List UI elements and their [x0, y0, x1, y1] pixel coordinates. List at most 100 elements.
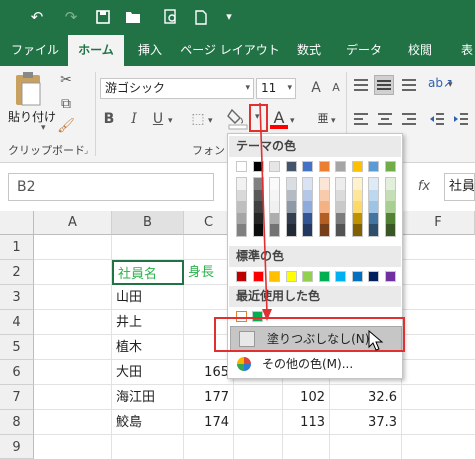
- increase-indent-icon[interactable]: [452, 110, 470, 128]
- insert-function-button[interactable]: fx: [404, 173, 444, 201]
- copy-icon[interactable]: ⧉: [56, 94, 76, 114]
- theme-shade-swatch[interactable]: [319, 189, 329, 202]
- theme-color-swatch[interactable]: [351, 161, 363, 172]
- font-color-dropdown-icon[interactable]: ▾: [290, 116, 295, 126]
- theme-shade-swatch[interactable]: [286, 189, 296, 202]
- format-painter-icon[interactable]: 🖌: [56, 116, 76, 136]
- theme-shade-swatch[interactable]: [286, 178, 296, 190]
- font-name-combo[interactable]: 游ゴシック ▾: [100, 78, 254, 99]
- phonetic-icon[interactable]: 亜: [313, 109, 333, 129]
- theme-color-swatch[interactable]: [368, 161, 379, 172]
- row-header-2[interactable]: 2: [0, 260, 34, 285]
- column-header-f[interactable]: F: [402, 211, 475, 235]
- column-header-b[interactable]: B: [112, 211, 184, 235]
- theme-color-swatch[interactable]: [285, 161, 297, 172]
- bold-button[interactable]: B: [99, 109, 119, 129]
- row-header-1[interactable]: 1: [0, 235, 34, 260]
- open-folder-icon[interactable]: [122, 6, 144, 28]
- standard-color-swatch[interactable]: [368, 271, 379, 282]
- theme-shade-column[interactable]: [302, 177, 313, 237]
- theme-shade-swatch[interactable]: [319, 212, 329, 225]
- theme-color-swatch[interactable]: [384, 161, 396, 172]
- clipboard-launcher-icon[interactable]: ⌟: [84, 146, 88, 156]
- theme-shade-swatch[interactable]: [385, 178, 395, 190]
- theme-shade-column[interactable]: [384, 177, 396, 237]
- new-document-icon[interactable]: [190, 6, 212, 28]
- cell-e7[interactable]: 32.6: [330, 385, 402, 410]
- align-left-icon[interactable]: [352, 110, 370, 128]
- row-header-4[interactable]: 4: [0, 310, 34, 335]
- cell-b4[interactable]: 井上: [112, 310, 184, 335]
- cell-b6[interactable]: 大田: [112, 360, 184, 385]
- select-all-corner[interactable]: [0, 211, 34, 235]
- theme-color-swatch[interactable]: [318, 161, 330, 172]
- theme-shade-swatch[interactable]: [369, 178, 378, 190]
- orientation-dropdown-icon[interactable]: ▾: [448, 80, 453, 90]
- row-header-3[interactable]: 3: [0, 285, 34, 310]
- cell-e8[interactable]: 37.3: [330, 410, 402, 435]
- theme-shade-swatch[interactable]: [369, 189, 378, 202]
- theme-shade-column[interactable]: [318, 177, 330, 237]
- row-header-8[interactable]: 8: [0, 410, 34, 435]
- customize-qat-icon[interactable]: ▾: [218, 6, 240, 28]
- theme-shade-swatch[interactable]: [369, 201, 378, 213]
- phonetic-dropdown-icon[interactable]: ▾: [331, 116, 336, 126]
- standard-color-swatch[interactable]: [384, 271, 396, 282]
- tab-view[interactable]: 表: [452, 35, 475, 66]
- more-colors-option[interactable]: その他の色(M)...: [230, 352, 402, 376]
- tab-page-layout[interactable]: ページ レイアウト: [180, 35, 280, 66]
- cell-b2[interactable]: 社員名: [112, 260, 184, 285]
- redo-icon[interactable]: ↷: [60, 6, 82, 28]
- orientation-icon[interactable]: ab↗: [428, 76, 453, 94]
- theme-shade-swatch[interactable]: [319, 178, 329, 190]
- theme-shade-swatch[interactable]: [369, 212, 378, 225]
- theme-shade-swatch[interactable]: [385, 212, 395, 225]
- tab-insert[interactable]: 挿入: [128, 35, 172, 66]
- theme-shade-swatch[interactable]: [352, 212, 362, 225]
- increase-font-icon[interactable]: A: [306, 78, 326, 98]
- theme-shade-swatch[interactable]: [319, 201, 329, 213]
- print-preview-icon[interactable]: [160, 6, 182, 28]
- cell-b5[interactable]: 植木: [112, 335, 184, 360]
- decrease-font-icon[interactable]: A: [326, 78, 346, 98]
- border-dropdown-icon[interactable]: ▾: [208, 116, 213, 126]
- theme-shade-swatch[interactable]: [336, 212, 345, 225]
- theme-color-swatch[interactable]: [302, 161, 313, 172]
- underline-button[interactable]: U: [148, 109, 168, 129]
- theme-shade-swatch[interactable]: [303, 189, 312, 202]
- theme-color-swatch[interactable]: [335, 161, 346, 172]
- theme-shade-swatch[interactable]: [385, 189, 395, 202]
- row-header-7[interactable]: 7: [0, 385, 34, 410]
- theme-shade-swatch[interactable]: [303, 224, 312, 236]
- theme-shade-swatch[interactable]: [319, 224, 329, 236]
- theme-shade-swatch[interactable]: [336, 178, 345, 190]
- align-right-icon[interactable]: [400, 110, 418, 128]
- italic-button[interactable]: I: [124, 109, 144, 129]
- formula-input[interactable]: 社員: [444, 173, 475, 201]
- cell-b7[interactable]: 海江田: [112, 385, 184, 410]
- theme-shade-swatch[interactable]: [286, 201, 296, 213]
- save-icon[interactable]: [92, 6, 114, 28]
- theme-shade-swatch[interactable]: [286, 224, 296, 236]
- theme-shade-swatch[interactable]: [336, 189, 345, 202]
- theme-shade-swatch[interactable]: [336, 201, 345, 213]
- theme-shade-swatch[interactable]: [303, 212, 312, 225]
- tab-review[interactable]: 校閲: [398, 35, 442, 66]
- cell-b8[interactable]: 鮫島: [112, 410, 184, 435]
- align-middle-icon[interactable]: [374, 75, 394, 95]
- theme-shade-column[interactable]: [285, 177, 297, 237]
- cell-c7[interactable]: 177: [184, 385, 234, 410]
- cell-c8[interactable]: 174: [184, 410, 234, 435]
- paste-label[interactable]: 貼り付け: [8, 108, 56, 125]
- standard-color-swatch[interactable]: [318, 271, 330, 282]
- align-center-icon[interactable]: [376, 110, 394, 128]
- theme-shade-column[interactable]: [335, 177, 346, 237]
- theme-shade-swatch[interactable]: [352, 201, 362, 213]
- align-bottom-icon[interactable]: [400, 76, 418, 94]
- standard-color-swatch[interactable]: [335, 271, 346, 282]
- theme-shade-swatch[interactable]: [369, 224, 378, 236]
- column-header-a[interactable]: A: [34, 211, 112, 235]
- underline-dropdown-icon[interactable]: ▾: [168, 116, 173, 126]
- theme-shade-swatch[interactable]: [303, 178, 312, 190]
- paste-icon[interactable]: [12, 71, 46, 109]
